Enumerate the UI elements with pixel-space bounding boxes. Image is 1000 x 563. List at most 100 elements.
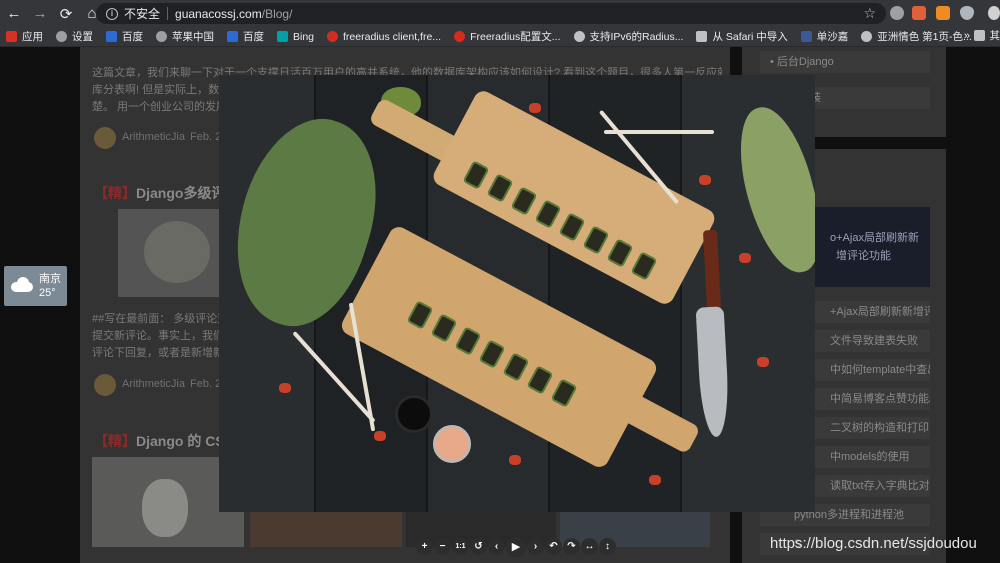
bookmark-star-icon[interactable]: ☆	[863, 5, 876, 22]
sauce-bowl	[433, 425, 471, 463]
zoom-out-button[interactable]: −	[434, 538, 451, 555]
bookmarks-overflow-icon[interactable]: »	[964, 30, 970, 42]
dog-image	[142, 479, 188, 537]
tomato	[757, 357, 769, 367]
extension-icon[interactable]	[912, 6, 926, 20]
one-to-one-button[interactable]: 1:1	[452, 538, 469, 555]
bookmark-item[interactable]: 支持IPv6的Radius...	[573, 29, 684, 44]
other-bookmarks-label: 其	[989, 30, 1000, 42]
csdn-icon	[454, 31, 466, 42]
url-path: /Blog/	[261, 6, 293, 21]
post-author[interactable]: ArithmeticJia	[122, 378, 185, 390]
bookmark-item[interactable]: Bing	[277, 31, 314, 43]
apple-icon	[156, 31, 167, 42]
post-excerpt: 库分表啊! 但是实际上，数据	[92, 84, 231, 96]
bookmark-item[interactable]: Freeradius配置文...	[454, 29, 561, 44]
reset-button[interactable]: ↺	[470, 538, 487, 555]
divider	[167, 7, 169, 20]
rotate-left-button[interactable]: ↶	[545, 538, 562, 555]
post-author[interactable]: ArithmeticJia	[122, 131, 185, 143]
weather-city: 南京	[39, 273, 61, 285]
post-title[interactable]: 【精】Django多级评论	[94, 183, 239, 203]
folder-icon	[696, 31, 708, 42]
bookmark-label: 应用	[22, 31, 43, 43]
bookmark-label: freeradius client,fre...	[343, 30, 442, 43]
tomato	[699, 175, 711, 185]
gear-icon	[56, 31, 67, 42]
bookmark-item[interactable]: 单沙嘉	[800, 29, 849, 44]
lightbox-image[interactable]	[219, 75, 815, 512]
profile-avatar[interactable]	[988, 6, 1000, 20]
plate-image	[144, 221, 210, 283]
rss-icon[interactable]	[936, 6, 950, 20]
post-title[interactable]: 【精】Django 的 CSR	[94, 431, 235, 451]
back-icon[interactable]: ←	[2, 2, 26, 26]
post-thumbnail[interactable]	[250, 511, 402, 547]
facebook-icon	[800, 31, 812, 42]
play-button[interactable]: ▶	[506, 537, 526, 557]
weather-info: 南京 25°	[39, 272, 61, 300]
folder-icon	[973, 30, 985, 41]
security-label: 不安全	[124, 7, 161, 21]
sidebar-link-label: 中如何template中查出...	[830, 364, 930, 376]
avatar[interactable]	[94, 374, 116, 396]
bookmark-item[interactable]: 应用	[6, 29, 43, 44]
tomato	[529, 103, 541, 113]
url-host: guanacossj.com	[175, 6, 262, 21]
globe-icon	[861, 31, 873, 42]
bookmark-item[interactable]: 从 Safari 中导入	[696, 29, 788, 44]
cloud-rain-icon	[9, 277, 35, 295]
watermark: https://blog.csdn.net/ssjdoudou	[770, 535, 977, 552]
tomato	[374, 431, 386, 441]
prev-button[interactable]: ‹	[488, 538, 505, 555]
bookmark-label: 单沙嘉	[816, 31, 849, 43]
sidebar-link-label: 中models的使用	[830, 451, 910, 463]
bookmark-label: 苹果中国	[172, 31, 214, 43]
extension-icon[interactable]	[890, 6, 904, 20]
bookmark-item[interactable]: 百度	[106, 29, 143, 44]
bookmark-item[interactable]: 设置	[56, 29, 93, 44]
post-excerpt: ##写在最前面： 多级评论对	[92, 313, 229, 325]
sidebar-link-label: +Ajax局部刷新新增评...	[830, 306, 930, 318]
forward-icon[interactable]: →	[28, 2, 52, 26]
zoom-in-button[interactable]: +	[416, 538, 433, 555]
bookmark-label: 设置	[72, 31, 93, 43]
sidebar-link[interactable]: • 后台Django	[760, 51, 930, 73]
weather-temp: 25°	[39, 287, 56, 299]
bookmark-item[interactable]: 亚洲情色 第1页-色...	[861, 29, 972, 44]
tomato	[509, 455, 521, 465]
info-icon[interactable]: i	[106, 7, 118, 20]
sidebar-link-label: 读取txt存入字典比对xlxs	[830, 480, 930, 492]
baidu-icon	[227, 31, 238, 42]
sidebar-link-label: 文件导致建表失败	[830, 335, 918, 347]
bing-icon	[277, 31, 288, 42]
bookmark-item[interactable]: freeradius client,fre...	[327, 31, 441, 43]
post-date: Feb. 2	[190, 131, 222, 143]
other-bookmarks[interactable]: 其	[973, 28, 1000, 43]
bookmark-label: 从 Safari 中导入	[712, 31, 788, 43]
bookmark-label: 百度	[243, 31, 264, 43]
address-bar[interactable]: i 不安全 guanacossj.com /Blog/ ☆	[96, 3, 886, 24]
rotate-right-button[interactable]: ↷	[563, 538, 580, 555]
flip-horizontal-button[interactable]: ↔	[581, 538, 598, 555]
sidebar-link-label: 中简易博客点赞功能Aj...	[830, 393, 930, 405]
weather-widget[interactable]: 南京 25°	[4, 266, 67, 306]
featured-tag: 【精】	[94, 433, 136, 449]
banner-text: o+Ajax局部刷新新	[830, 232, 919, 244]
bookmarks-bar: 应用 设置 百度 苹果中国 百度 Bing freeradius client,…	[0, 27, 1000, 47]
flip-vertical-button[interactable]: ↕	[599, 538, 616, 555]
bookmark-label: 支持IPv6的Radius...	[589, 31, 684, 43]
reload-icon[interactable]: ⟳	[54, 2, 78, 26]
shield-icon[interactable]	[960, 6, 974, 20]
bookmark-item[interactable]: 苹果中国	[156, 29, 214, 44]
tomato	[279, 383, 291, 393]
soy-sauce-bowl	[395, 395, 433, 433]
browser-toolbar: ← → ⟳ ⌂ i 不安全 guanacossj.com /Blog/ ☆	[0, 0, 1000, 27]
bookmark-item[interactable]: 百度	[227, 29, 264, 44]
baidu-icon	[106, 31, 117, 42]
avatar[interactable]	[94, 127, 116, 149]
tomato	[649, 475, 661, 485]
banner-text: 增评论功能	[836, 250, 891, 262]
bookmark-label: 亚洲情色 第1页-色...	[877, 31, 972, 43]
next-button[interactable]: ›	[527, 538, 544, 555]
